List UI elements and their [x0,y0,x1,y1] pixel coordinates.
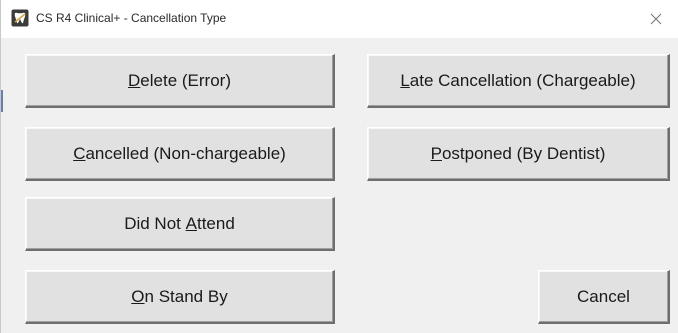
close-icon [650,13,662,25]
did-not-attend-text-before: Did Not [124,213,186,233]
did-not-attend-mnemonic: A [185,213,197,233]
title-bar[interactable]: CS R4 Clinical+ - Cancellation Type [1,0,678,38]
cancelled-non-chargeable-text: ancelled (Non-chargeable) [85,143,286,163]
cancellation-type-dialog: CS R4 Clinical+ - Cancellation Type Dele… [0,0,678,333]
on-stand-by-button[interactable]: On Stand By [25,270,335,324]
cancel-button[interactable]: Cancel [538,270,670,324]
did-not-attend-text: ttend [196,213,235,233]
did-not-attend-button[interactable]: Did Not Attend [25,197,335,251]
late-cancellation-mnemonic: L [400,70,410,90]
postponed-by-dentist-mnemonic: P [430,143,442,163]
late-cancellation-text: ate Cancellation (Chargeable) [409,70,636,90]
did-not-attend-label: Did Not Attend [124,214,235,234]
window-edge-accent [1,90,3,112]
delete-error-mnemonic: D [128,70,141,90]
tooth-app-icon [11,9,29,27]
cancelled-non-chargeable-button[interactable]: Cancelled (Non-chargeable) [25,127,335,181]
window-title: CS R4 Clinical+ - Cancellation Type [36,11,227,25]
cancelled-non-chargeable-label: Cancelled (Non-chargeable) [73,144,286,164]
on-stand-by-label: On Stand By [131,287,227,307]
delete-error-label: Delete (Error) [128,71,231,91]
cancelled-non-chargeable-mnemonic: C [73,143,86,163]
close-button[interactable] [633,0,678,38]
on-stand-by-mnemonic: O [131,286,145,306]
delete-error-text: elete (Error) [140,70,231,90]
late-cancellation-label: Late Cancellation (Chargeable) [400,71,635,91]
postponed-by-dentist-text: ostponed (By Dentist) [441,143,606,163]
late-cancellation-button[interactable]: Late Cancellation (Chargeable) [367,54,670,108]
delete-error-button[interactable]: Delete (Error) [25,54,335,108]
postponed-by-dentist-label: Postponed (By Dentist) [431,144,606,164]
on-stand-by-text: n Stand By [144,286,228,306]
postponed-by-dentist-button[interactable]: Postponed (By Dentist) [367,127,670,181]
cancel-label: Cancel [577,286,630,306]
